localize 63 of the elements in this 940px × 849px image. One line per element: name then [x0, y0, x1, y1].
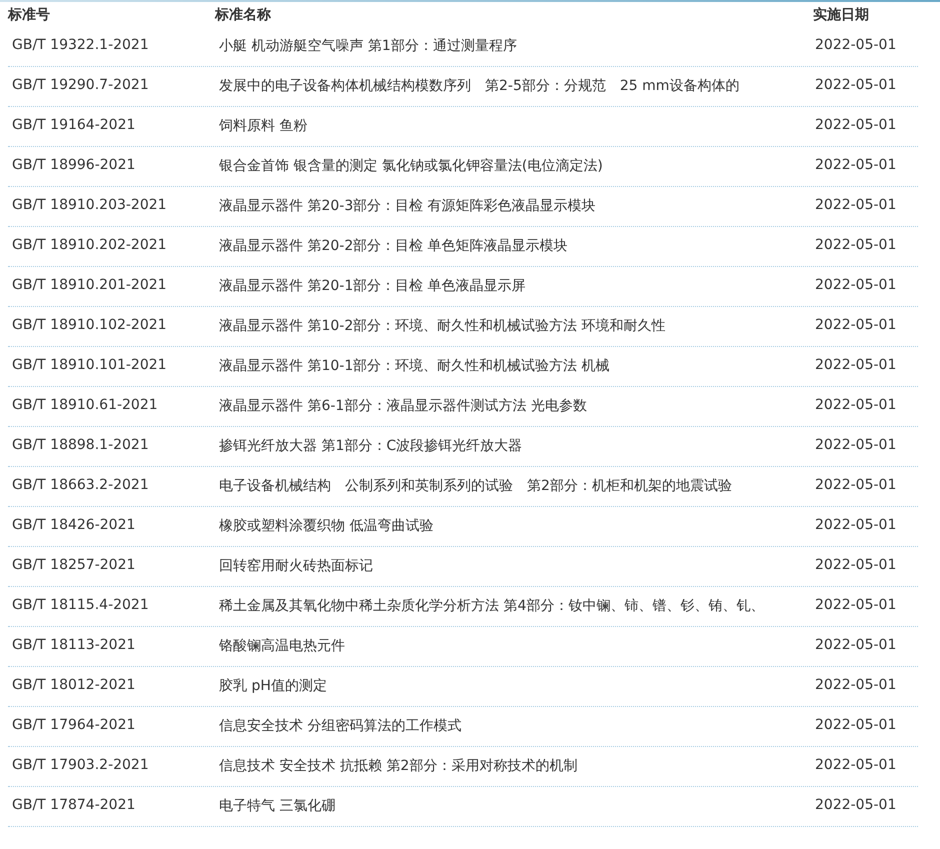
table-cell-text: GB/T 18115.4-2021: [11, 596, 150, 615]
table-cell-text: GB/T 18910.202-2021: [11, 236, 168, 255]
table-cell-text: 发展中的电子设备构体机械结构模数序列 第2-5部分：分规范 25 mm设备构体的: [218, 77, 740, 96]
table-cell-text: 电子设备机械结构 公制系列和英制系列的试验 第2部分：机柜和机架的地震试验: [218, 477, 733, 496]
table-cell-text: 2022-05-01: [814, 236, 898, 255]
table-cell-text: GB/T 18012-2021: [11, 676, 136, 695]
table-cell-text: 2022-05-01: [814, 276, 898, 295]
table-cell-text: 2022-05-01: [814, 156, 898, 175]
table-cell-text: 2022-05-01: [814, 796, 898, 815]
table-cell-text: 2022-05-01: [814, 356, 898, 375]
table-cell-text: 电子特气 三氯化硼: [218, 797, 336, 816]
table-cell-text: 2022-05-01: [814, 756, 898, 775]
table-cell-text: GB/T 19290.7-2021: [11, 76, 150, 95]
table-cell-text: 2022-05-01: [814, 476, 898, 495]
table-cell-text: 2022-05-01: [814, 196, 898, 215]
table-cell-text: GB/T 18910.102-2021: [11, 316, 168, 335]
table-cell-text: 2022-05-01: [814, 676, 898, 695]
table-cell-text: 液晶显示器件 第20-2部分：目检 单色矩阵液晶显示模块: [218, 237, 569, 256]
table-cell-text: 2022-05-01: [814, 436, 898, 455]
table-cell-text: GB/T 17903.2-2021: [11, 756, 150, 775]
table-cell-text: 2022-05-01: [814, 116, 898, 135]
table-cell-text: GB/T 18910.101-2021: [11, 356, 168, 375]
table-cell-text: 铬酸镧高温电热元件: [218, 637, 346, 656]
column-header: 实施日期: [813, 6, 870, 25]
table-cell-text: GB/T 17874-2021: [11, 796, 136, 815]
table-cell-text: GB/T 18663.2-2021: [11, 476, 150, 495]
column-header: 标准号: [8, 6, 51, 25]
table-cell-text: 2022-05-01: [814, 76, 898, 95]
table-cell-text: GB/T 18898.1-2021: [11, 436, 150, 455]
table-cell-text: 饲料原料 鱼粉: [218, 117, 308, 136]
table-cell-text: 稀土金属及其氧化物中稀土杂质化学分析方法 第4部分：钕中镧、铈、镨、钐、铕、钆、: [218, 597, 766, 616]
table-cell-text: GB/T 19322.1-2021: [11, 36, 150, 55]
table-cell-text: 橡胶或塑料涂覆织物 低温弯曲试验: [218, 517, 434, 536]
table-cell-text: 胶乳 pH值的测定: [218, 677, 328, 696]
table-cell-text: GB/T 18910.201-2021: [11, 276, 168, 295]
table-cell-text: 2022-05-01: [814, 396, 898, 415]
table-cell-text: 2022-05-01: [814, 556, 898, 575]
table-cell-text: 2022-05-01: [814, 36, 898, 55]
table-cell-text: 液晶显示器件 第20-1部分：目检 单色液晶显示屏: [218, 277, 527, 296]
table-cell-text: 掺铒光纤放大器 第1部分：C波段掺铒光纤放大器: [218, 437, 524, 456]
table-cell-text: GB/T 18113-2021: [11, 636, 136, 655]
table-cell-text: 液晶显示器件 第20-3部分：目检 有源矩阵彩色液晶显示模块: [218, 197, 597, 216]
table-cell-text: 液晶显示器件 第10-1部分：环境、耐久性和机械试验方法 机械: [218, 357, 611, 376]
table-cell-text: 2022-05-01: [814, 636, 898, 655]
table-cell-text: 液晶显示器件 第6-1部分：液晶显示器件测试方法 光电参数: [218, 397, 588, 416]
table-cell-text: 回转窑用耐火砖热面标记: [218, 557, 374, 576]
table-cell-text: 2022-05-01: [814, 316, 898, 335]
table-cell-text: GB/T 18996-2021: [11, 156, 136, 175]
table-cell-text: GB/T 19164-2021: [11, 116, 136, 135]
table-cell-text: 2022-05-01: [814, 596, 898, 615]
column-header: 标准名称: [215, 6, 272, 25]
table-cell-text: GB/T 17964-2021: [11, 716, 136, 735]
table-cell-text: 信息技术 安全技术 抗抵赖 第2部分：采用对称技术的机制: [218, 757, 578, 776]
table-cell-text: GB/T 18257-2021: [11, 556, 136, 575]
table-cell-text: 信息安全技术 分组密码算法的工作模式: [218, 717, 462, 736]
table-cell-text: GB/T 18910.203-2021: [11, 196, 168, 215]
table-cell-text: 2022-05-01: [814, 516, 898, 535]
table-cell-text: GB/T 18910.61-2021: [11, 396, 159, 415]
table-cell-text: GB/T 18426-2021: [11, 516, 136, 535]
table-cell-text: 银合金首饰 银含量的测定 氯化钠或氯化钾容量法(电位滴定法): [218, 157, 604, 176]
table-cell-text: 小艇 机动游艇空气噪声 第1部分：通过测量程序: [218, 37, 518, 56]
table-cell-text: 2022-05-01: [814, 716, 898, 735]
table-cell-text: 液晶显示器件 第10-2部分：环境、耐久性和机械试验方法 环境和耐久性: [218, 317, 667, 336]
